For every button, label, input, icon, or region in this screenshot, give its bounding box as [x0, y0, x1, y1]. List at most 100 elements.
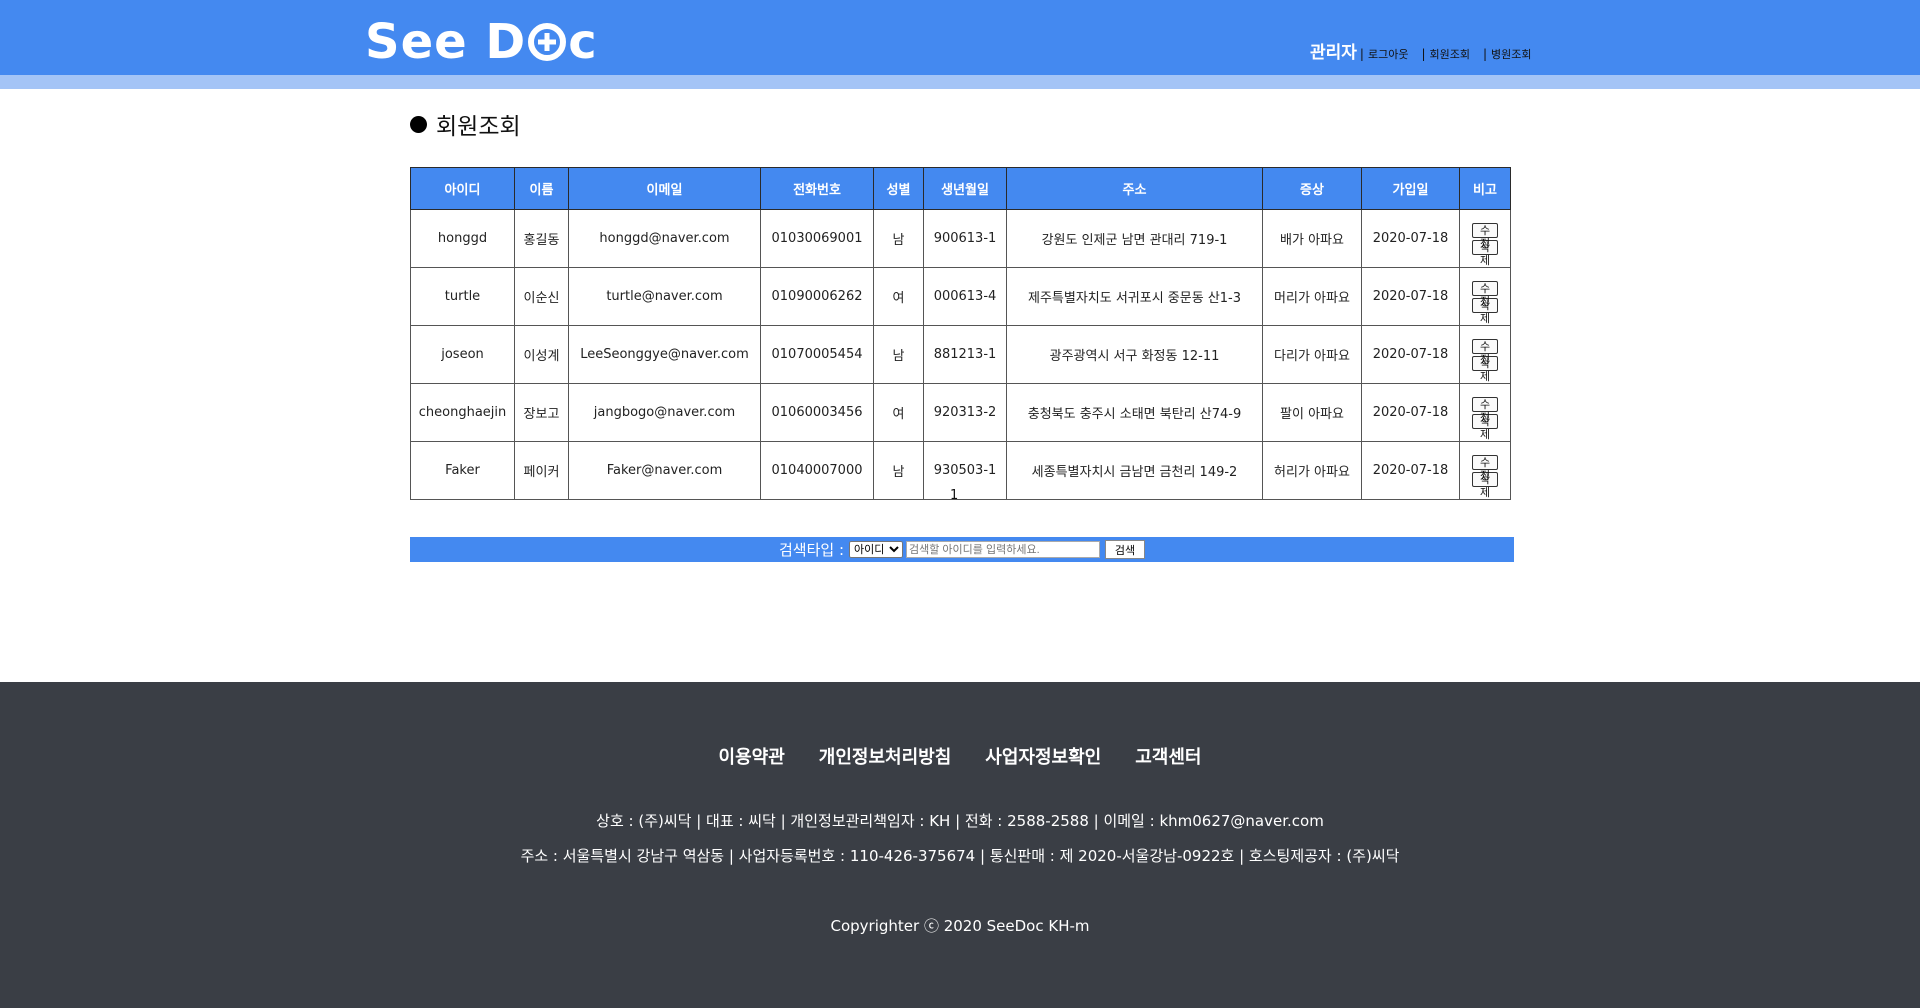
cell-phone: 01090006262 — [760, 267, 874, 326]
cell-birth: 930503-1 — [923, 441, 1007, 500]
cell-gender: 남 — [873, 441, 924, 500]
cell-address: 강원도 인제군 남면 관대리 719-1 — [1006, 209, 1263, 268]
search-button[interactable]: 검색 — [1105, 540, 1146, 559]
user-nav: 관리자 | 로그아웃 | 회원조회 | 병원조회 — [1310, 38, 1542, 63]
cell-symptom: 머리가 아파요 — [1262, 267, 1362, 326]
cell-actions: 수정 삭제 — [1459, 209, 1511, 268]
cell-gender: 여 — [873, 267, 924, 326]
column-header: 비고 — [1459, 167, 1511, 210]
edit-button[interactable]: 수정 — [1472, 280, 1498, 308]
cell-birth: 900613-1 — [923, 209, 1007, 268]
cell-id: Faker — [410, 441, 515, 500]
company-info: 상호 : (주)씨닥 | 대표 : 씨닥 | 개인정보관리책임자 : KH | … — [596, 812, 1324, 830]
cell-email: turtle@naver.com — [568, 267, 761, 326]
footer-links: 이용약관 개인정보처리방침 사업자정보확인 고객센터 — [0, 743, 1920, 769]
seedoc-logo[interactable]: See Dc — [365, 14, 598, 70]
footer: 이용약관 개인정보처리방침 사업자정보확인 고객센터 상호 : (주)씨닥 | … — [0, 682, 1920, 1008]
customer-center-link[interactable]: 고객센터 — [1135, 743, 1201, 769]
cell-phone: 01060003456 — [760, 383, 874, 442]
delete-button[interactable]: 삭제 — [1472, 355, 1498, 383]
company-address: 주소 : 서울특별시 강남구 역삼동 | 사업자등록번호 : 110-426-3… — [520, 847, 1400, 865]
cell-joined: 2020-07-18 — [1361, 441, 1460, 500]
cell-symptom: 배가 아파요 — [1262, 209, 1362, 268]
table-row: Faker 페이커 Faker@naver.com 01040007000 남 … — [410, 441, 1511, 500]
business-info-link[interactable]: 사업자정보확인 — [985, 743, 1101, 769]
cell-gender: 남 — [873, 325, 924, 384]
cell-joined: 2020-07-18 — [1361, 383, 1460, 442]
cell-gender: 여 — [873, 383, 924, 442]
cell-actions: 수정 삭제 — [1459, 441, 1511, 500]
cell-email: Faker@naver.com — [568, 441, 761, 500]
page-title: 회원조회 — [410, 107, 521, 141]
nav-divider: | — [1482, 47, 1488, 61]
edit-button[interactable]: 수정 — [1472, 454, 1498, 482]
cell-address: 세종특별자치시 금남면 금천리 149-2 — [1006, 441, 1263, 500]
column-header: 아이디 — [410, 167, 515, 210]
column-header: 주소 — [1006, 167, 1263, 210]
search-type-select[interactable]: 아이디 — [849, 541, 904, 558]
search-input[interactable] — [906, 541, 1101, 558]
cell-joined: 2020-07-18 — [1361, 209, 1460, 268]
logout-link[interactable]: 로그아웃 — [1368, 46, 1408, 62]
privacy-policy-link[interactable]: 개인정보처리방침 — [819, 743, 951, 769]
copyright: Copyrighter ⓒ 2020 SeeDoc KH-m — [830, 917, 1090, 935]
admin-label: 관리자 — [1310, 43, 1357, 63]
cell-symptom: 팔이 아파요 — [1262, 383, 1362, 442]
delete-button[interactable]: 삭제 — [1472, 413, 1498, 441]
table-header-row: 아이디 이름 이메일 전화번호 성별 생년월일 주소 증상 가입일 비고 — [410, 167, 1511, 210]
cell-phone: 01030069001 — [760, 209, 874, 268]
page-number[interactable]: 1 — [950, 488, 958, 503]
edit-button[interactable]: 수정 — [1472, 338, 1498, 366]
cell-name: 홍길동 — [514, 209, 569, 268]
cell-id: turtle — [410, 267, 515, 326]
cell-phone: 01040007000 — [760, 441, 874, 500]
cell-actions: 수정 삭제 — [1459, 325, 1511, 384]
cell-name: 페이커 — [514, 441, 569, 500]
cell-email: jangbogo@naver.com — [568, 383, 761, 442]
terms-link[interactable]: 이용약관 — [719, 743, 785, 769]
delete-button[interactable]: 삭제 — [1472, 297, 1498, 325]
cell-address: 광주광역시 서구 화정동 12-11 — [1006, 325, 1263, 384]
column-header: 이름 — [514, 167, 569, 210]
cell-address: 충청북도 충주시 소태면 북탄리 산74-9 — [1006, 383, 1263, 442]
members-table: 아이디 이름 이메일 전화번호 성별 생년월일 주소 증상 가입일 비고 hon… — [410, 167, 1511, 500]
cell-name: 장보고 — [514, 383, 569, 442]
cell-joined: 2020-07-18 — [1361, 325, 1460, 384]
delete-button[interactable]: 삭제 — [1472, 239, 1498, 267]
page-title-text: 회원조회 — [436, 114, 521, 140]
table-row: joseon 이성계 LeeSeonggye@naver.com 0107000… — [410, 325, 1511, 384]
cell-symptom: 허리가 아파요 — [1262, 441, 1362, 500]
cell-birth: 881213-1 — [923, 325, 1007, 384]
column-header: 생년월일 — [923, 167, 1007, 210]
cell-phone: 01070005454 — [760, 325, 874, 384]
cell-gender: 남 — [873, 209, 924, 268]
cell-actions: 수정 삭제 — [1459, 267, 1511, 326]
delete-button[interactable]: 삭제 — [1472, 471, 1498, 499]
table-row: cheonghaejin 장보고 jangbogo@naver.com 0106… — [410, 383, 1511, 442]
column-header: 가입일 — [1361, 167, 1460, 210]
cell-id: cheonghaejin — [410, 383, 515, 442]
column-header: 전화번호 — [760, 167, 874, 210]
member-search-link[interactable]: 회원조회 — [1430, 46, 1470, 62]
cell-email: LeeSeonggye@naver.com — [568, 325, 761, 384]
cell-actions: 수정 삭제 — [1459, 383, 1511, 442]
table-row: honggd 홍길동 honggd@naver.com 01030069001 … — [410, 209, 1511, 268]
cell-birth: 920313-2 — [923, 383, 1007, 442]
header-strip — [0, 75, 1920, 89]
cell-name: 이성계 — [514, 325, 569, 384]
search-type-label: 검색타입 : — [778, 541, 845, 559]
cell-birth: 000613-4 — [923, 267, 1007, 326]
pagination: 1 — [950, 488, 958, 503]
edit-button[interactable]: 수정 — [1472, 222, 1498, 250]
cell-name: 이순신 — [514, 267, 569, 326]
top-header: See Dc 관리자 | 로그아웃 | 회원조회 | 병원조회 — [0, 0, 1920, 75]
edit-button[interactable]: 수정 — [1472, 396, 1498, 424]
search-bar: 검색타입 : 아이디 검색 — [410, 537, 1514, 562]
cell-id: honggd — [410, 209, 515, 268]
nav-divider: | — [1421, 47, 1426, 61]
column-header: 이메일 — [568, 167, 761, 210]
column-header: 성별 — [873, 167, 924, 210]
bullet-icon — [410, 115, 427, 133]
cell-joined: 2020-07-18 — [1361, 267, 1460, 326]
hospital-search-link[interactable]: 병원조회 — [1491, 46, 1531, 62]
